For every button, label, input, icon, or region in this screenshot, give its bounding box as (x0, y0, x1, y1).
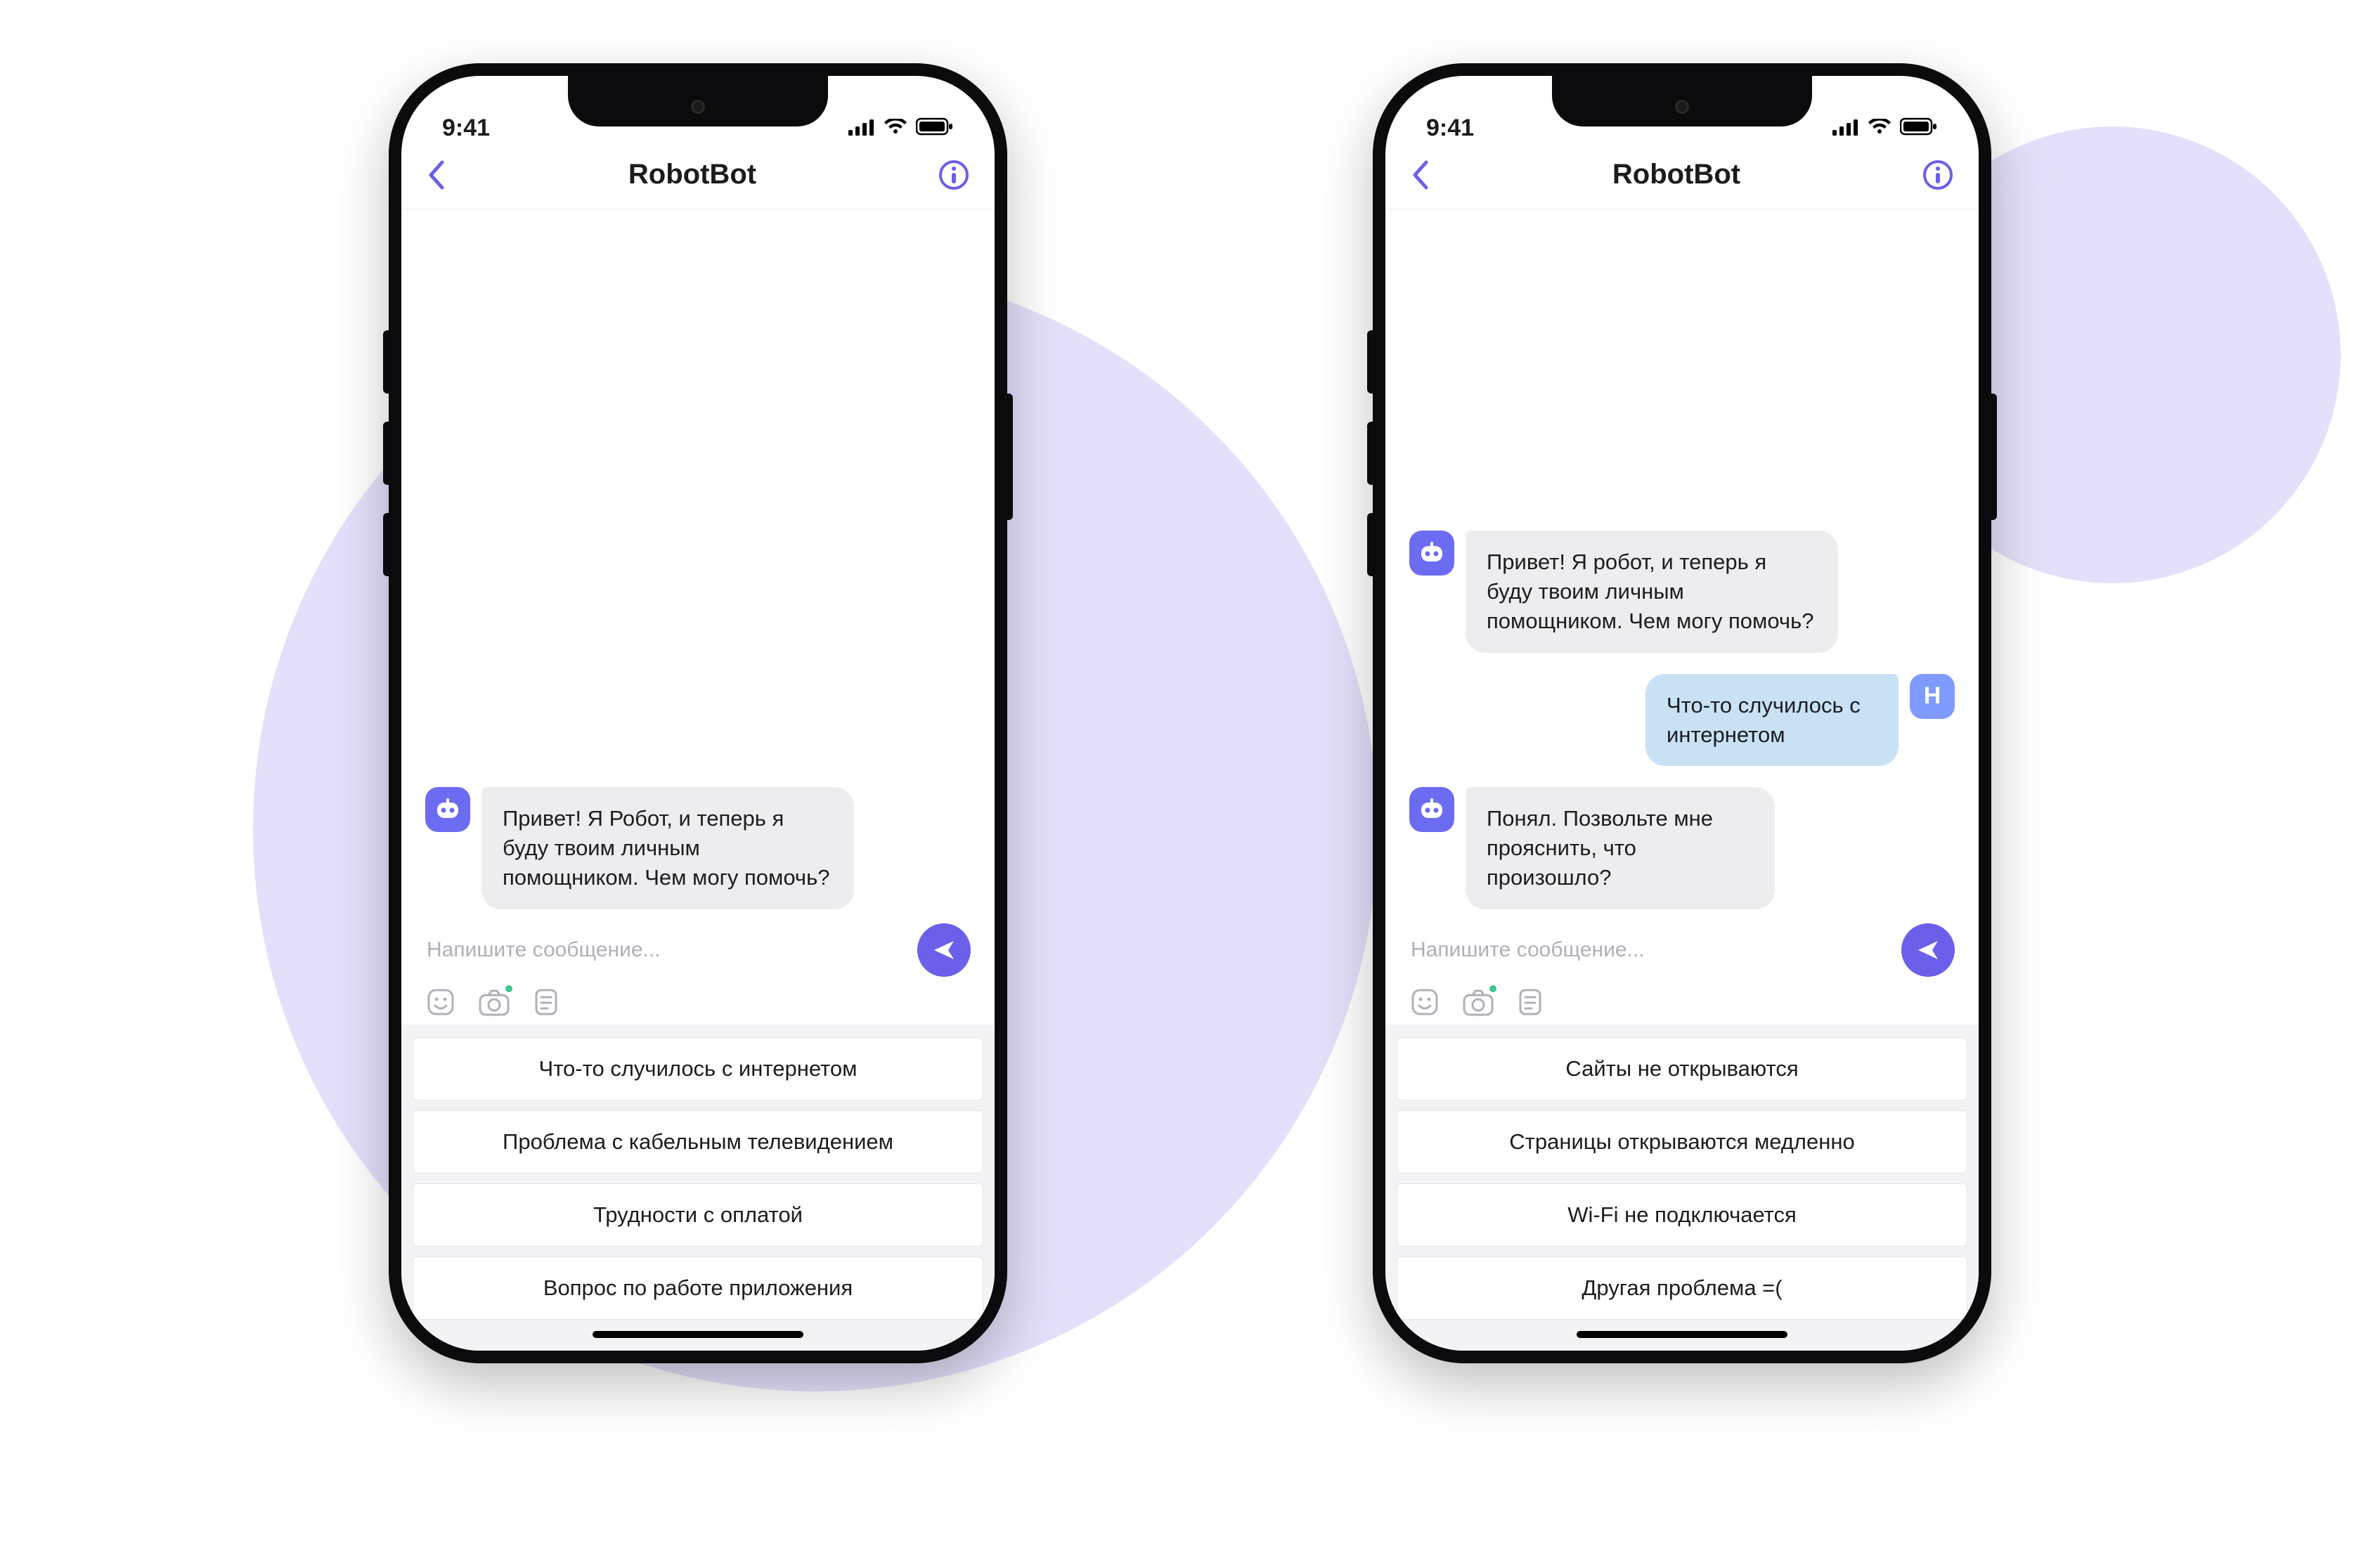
wifi-icon (1868, 115, 1891, 142)
quick-reply-button[interactable]: Что-то случилось с интернетом (413, 1037, 983, 1100)
send-button[interactable] (1901, 923, 1955, 977)
phone-mockup-2: 9:41 RobotBot (1373, 63, 1991, 1363)
back-button[interactable] (1411, 160, 1430, 190)
bot-message: Привет! Я Робот, и теперь я буду твоим л… (481, 787, 854, 909)
bot-avatar (425, 787, 470, 832)
composer (1385, 909, 1979, 1025)
back-button[interactable] (427, 160, 446, 190)
bot-message: Понял. Позвольте мне прояснить, что прои… (1466, 787, 1775, 909)
home-indicator[interactable] (1577, 1331, 1787, 1338)
message-row: Привет! Я робот, и теперь я буду твоим л… (1409, 531, 1955, 653)
info-button[interactable] (938, 160, 969, 190)
quick-reply-button[interactable]: Wi-Fi не подключается (1397, 1183, 1967, 1247)
message-row: Что-то случилось с интернетом Н (1409, 674, 1955, 767)
message-input[interactable] (1409, 937, 1887, 963)
home-indicator[interactable] (593, 1331, 803, 1338)
send-button[interactable] (917, 923, 971, 977)
chat-scroll-area[interactable]: Привет! Я робот, и теперь я буду твоим л… (1385, 209, 1979, 909)
wifi-icon (884, 115, 907, 142)
chat-header: RobotBot (1385, 146, 1979, 209)
message-input[interactable] (425, 937, 903, 963)
chat-scroll-area[interactable]: Привет! Я Робот, и теперь я буду твоим л… (401, 209, 995, 909)
battery-icon (916, 115, 954, 142)
cellular-icon (1832, 115, 1859, 142)
message-row: Понял. Позвольте мне прояснить, что прои… (1409, 787, 1955, 909)
quick-reply-button[interactable]: Другая проблема =( (1397, 1256, 1967, 1320)
composer (401, 909, 995, 1025)
phone-mockup-1: 9:41 RobotBot (389, 63, 1007, 1363)
camera-icon[interactable] (477, 987, 511, 1018)
quick-reply-button[interactable]: Трудности с оплатой (413, 1183, 983, 1247)
sticker-icon[interactable] (1409, 987, 1440, 1018)
quick-replies: Что-то случилось с интернетом Проблема с… (401, 1025, 995, 1351)
sticker-icon[interactable] (425, 987, 456, 1018)
user-avatar: Н (1910, 674, 1955, 719)
chat-header: RobotBot (401, 146, 995, 209)
status-time: 9:41 (1426, 115, 1474, 142)
note-icon[interactable] (1516, 987, 1544, 1018)
status-time: 9:41 (442, 115, 490, 142)
phone-notch (568, 76, 828, 126)
chat-title: RobotBot (628, 159, 756, 190)
bot-avatar (1409, 787, 1454, 832)
quick-replies: Сайты не открываются Страницы открываютс… (1385, 1025, 1979, 1351)
quick-reply-button[interactable]: Вопрос по работе приложения (413, 1256, 983, 1320)
camera-icon[interactable] (1461, 987, 1495, 1018)
bot-message: Привет! Я робот, и теперь я буду твоим л… (1466, 531, 1838, 653)
note-icon[interactable] (532, 987, 560, 1018)
battery-icon (1900, 115, 1938, 142)
quick-reply-button[interactable]: Страницы открываются медленно (1397, 1110, 1967, 1174)
phone-notch (1552, 76, 1812, 126)
info-button[interactable] (1922, 160, 1953, 190)
quick-reply-button[interactable]: Проблема с кабельным телевидением (413, 1110, 983, 1174)
cellular-icon (848, 115, 875, 142)
user-message: Что-то случилось с интернетом (1645, 674, 1899, 767)
bot-avatar (1409, 531, 1454, 576)
quick-reply-button[interactable]: Сайты не открываются (1397, 1037, 1967, 1100)
message-row: Привет! Я Робот, и теперь я буду твоим л… (425, 787, 971, 909)
chat-title: RobotBot (1612, 159, 1740, 190)
